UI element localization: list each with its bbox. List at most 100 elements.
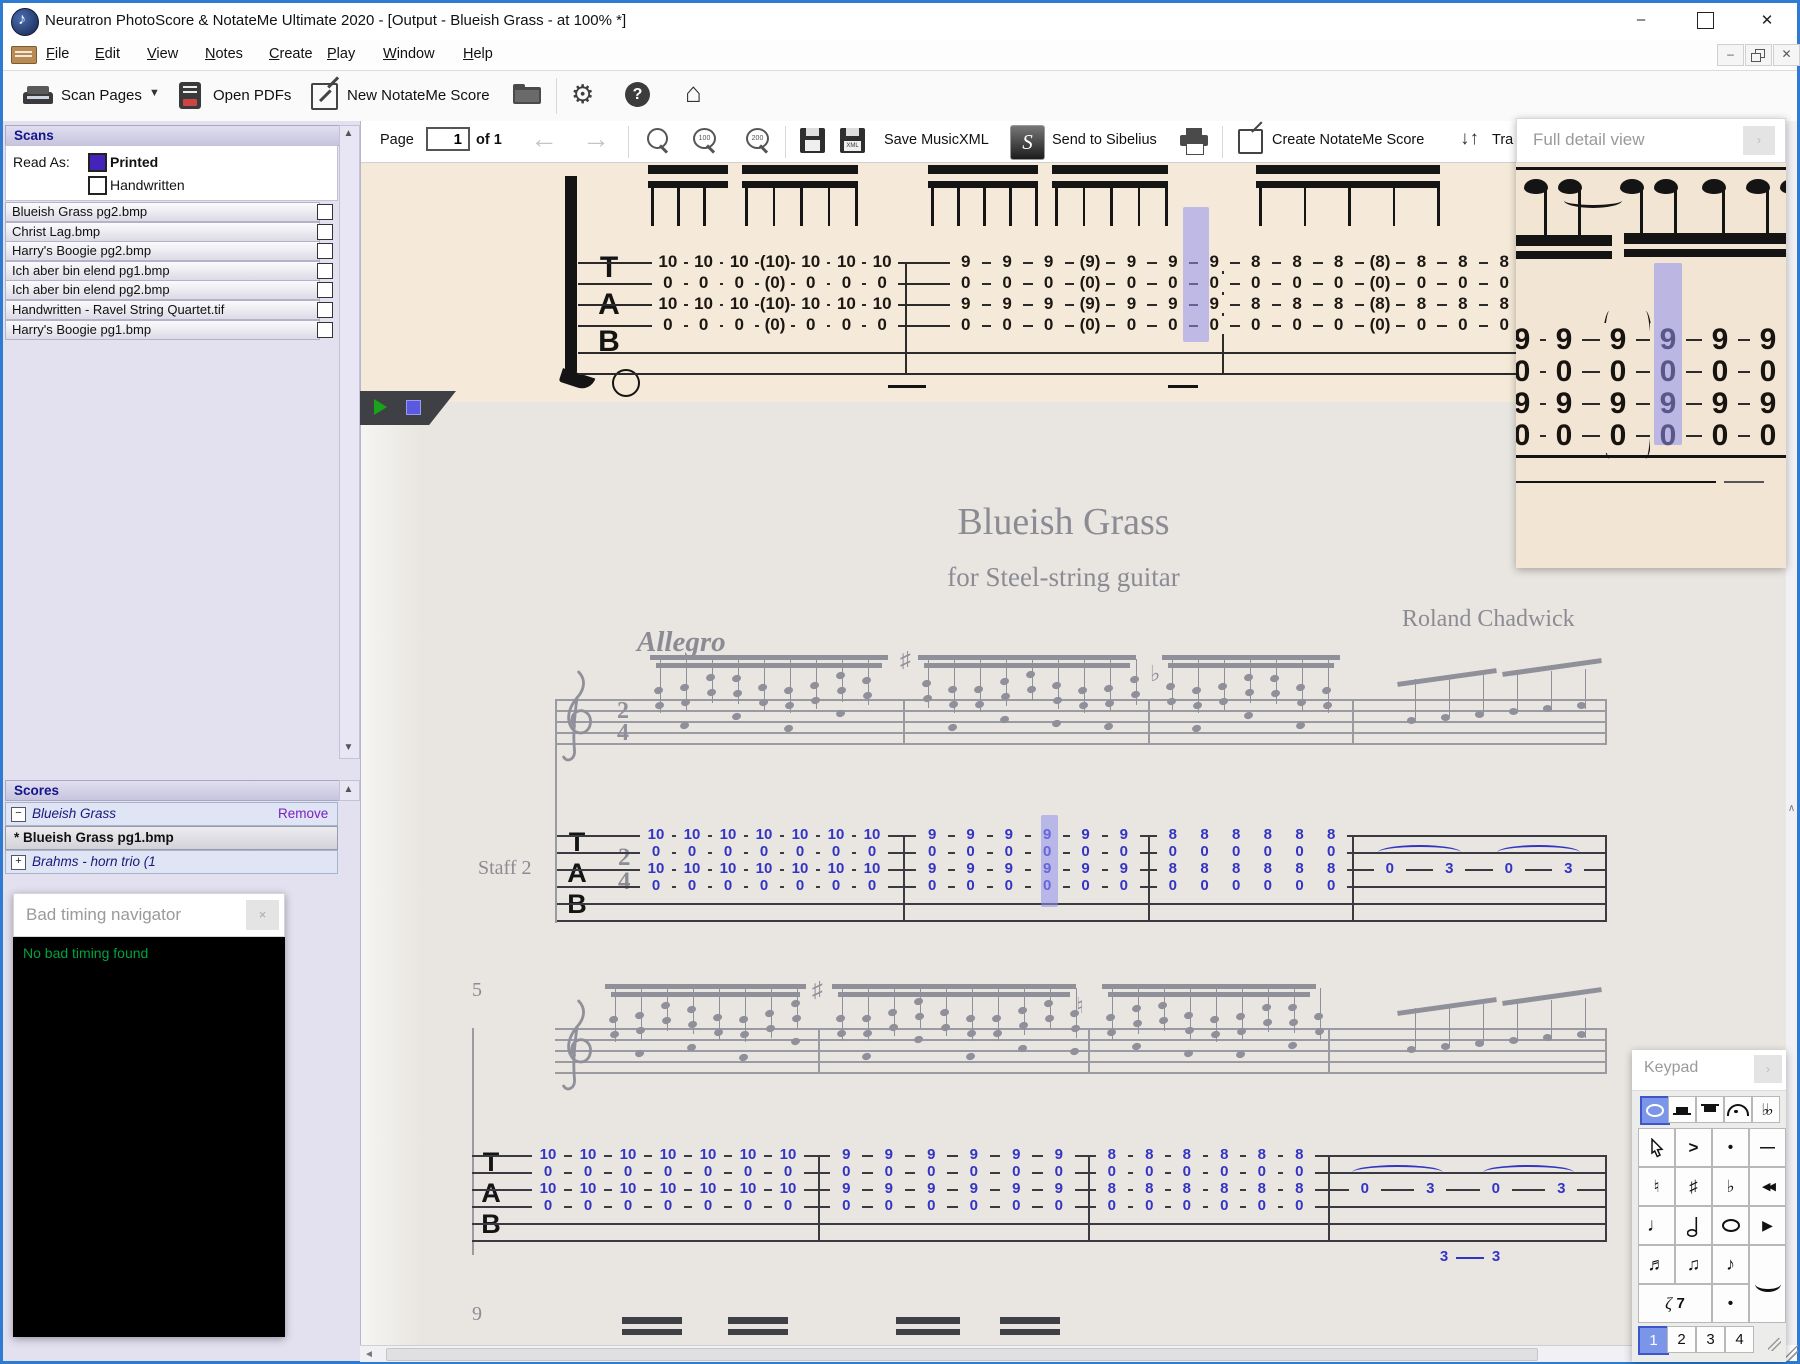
scans-scroll-down-icon[interactable]: ▼ <box>340 742 357 753</box>
score-remove-link[interactable]: Remove <box>278 804 328 824</box>
scan-file-row[interactable]: Ich aber bin elend pg1.bmp <box>5 260 320 281</box>
play-icon[interactable]: ▶ <box>1749 1206 1786 1245</box>
scan-file-row[interactable]: Blueish Grass pg2.bmp <box>5 202 320 222</box>
rests-icon[interactable]: ζ 7 <box>1638 1284 1712 1323</box>
menu-item-play[interactable]: Play <box>327 45 355 63</box>
gear-icon[interactable]: ⚙ <box>571 79 594 110</box>
scan-file-checkbox[interactable] <box>317 243 333 260</box>
scan-file-checkbox[interactable] <box>317 262 333 279</box>
print-icon[interactable] <box>1180 128 1208 155</box>
scan-pages-button[interactable]: Scan Pages <box>61 87 142 104</box>
full-detail-close-icon[interactable]: › <box>1743 126 1775 155</box>
flat-icon[interactable]: ♭ <box>1712 1167 1749 1206</box>
tie-icon[interactable] <box>1749 1245 1786 1323</box>
handwritten-checkbox[interactable] <box>88 176 107 195</box>
canvas-hscrollbar[interactable]: ◄ ► <box>360 1345 1786 1362</box>
voice-1-button[interactable]: 1 <box>1638 1326 1669 1355</box>
next-page-icon[interactable]: → <box>582 123 610 155</box>
home-icon[interactable]: ⌂ <box>685 77 702 109</box>
menu-item-view[interactable]: View <box>147 45 178 63</box>
menu-item-edit[interactable]: Edit <box>95 45 120 63</box>
voice-2-button[interactable]: 2 <box>1667 1326 1696 1353</box>
stop-icon[interactable] <box>406 400 421 415</box>
scan-file-checkbox[interactable] <box>317 282 333 299</box>
scans-scrollbar[interactable]: ▲ ▼ <box>339 125 360 759</box>
save-icon[interactable] <box>800 128 825 153</box>
hscroll-thumb[interactable] <box>386 1348 1538 1361</box>
send-to-sibelius-button[interactable]: Send to Sibelius <box>1052 132 1157 148</box>
bad-timing-close-icon[interactable]: × <box>246 900 279 930</box>
hscroll-left-icon[interactable]: ◄ <box>364 1349 374 1360</box>
pointer-icon[interactable] <box>1638 1128 1675 1167</box>
scanner-icon[interactable] <box>23 84 53 106</box>
folder-icon[interactable] <box>513 84 541 104</box>
whole-note-icon[interactable] <box>1640 1096 1670 1125</box>
thirtysecond-note-icon[interactable]: ♫ <box>1675 1245 1712 1284</box>
mdi-close-button[interactable]: ✕ <box>1773 44 1800 66</box>
menu-item-notes[interactable]: Notes <box>205 45 243 63</box>
resize-grip[interactable] <box>1786 1345 1798 1361</box>
vscroll-up-icon[interactable]: ∧ <box>1786 803 1797 814</box>
mdi-restore-button[interactable] <box>1745 44 1772 66</box>
create-notateme-score-button[interactable]: Create NotateMe Score <box>1272 132 1424 148</box>
printed-checkbox[interactable] <box>88 153 107 172</box>
scan-file-checkbox[interactable] <box>317 321 333 338</box>
new-notateme-score-button[interactable]: New NotateMe Score <box>347 87 490 104</box>
page-number-input[interactable] <box>426 127 470 151</box>
zoom-200-icon[interactable]: 200 <box>745 127 771 155</box>
transpose-icon[interactable]: ↓↑ <box>1460 128 1479 150</box>
menu-item-help[interactable]: Help <box>463 45 493 63</box>
menu-item-file[interactable]: File <box>46 45 69 63</box>
keypad-resize-grip[interactable] <box>1768 1338 1781 1351</box>
keypad-close-icon[interactable]: › <box>1754 1055 1782 1083</box>
open-pdfs-button[interactable]: Open PDFs <box>213 87 291 104</box>
prev-page-icon[interactable]: ← <box>530 123 558 155</box>
menu-item-window[interactable]: Window <box>383 45 435 63</box>
zoom-100-icon[interactable]: 100 <box>692 127 718 155</box>
save-musicxml-button[interactable]: Save MusicXML <box>884 132 989 148</box>
scan-file-row[interactable]: Handwritten - Ravel String Quartet.tif <box>5 300 320 320</box>
scan-file-row[interactable]: Harry's Boogie pg1.bmp <box>5 319 320 340</box>
voice-4-button[interactable]: 4 <box>1725 1326 1754 1353</box>
scan-file-row[interactable]: Ich aber bin elend pg2.bmp <box>5 280 320 301</box>
scan-file-row[interactable]: Harry's Boogie pg2.bmp <box>5 241 320 262</box>
mdi-minimize-button[interactable]: – <box>1717 44 1744 66</box>
create-notateme-pencil-icon[interactable] <box>1238 121 1263 154</box>
close-button[interactable]: ✕ <box>1755 11 1779 29</box>
quarter-note-icon[interactable]: ♩ <box>1638 1206 1675 1245</box>
half-rest-icon[interactable] <box>1668 1096 1696 1123</box>
scores-scroll-up[interactable]: ▲ <box>339 780 360 801</box>
scan-pages-caret-icon[interactable]: ▼ <box>149 87 160 99</box>
staccato-dot-icon[interactable]: • <box>1712 1128 1749 1167</box>
sixteenth-note-icon[interactable]: ♬ <box>1638 1245 1675 1284</box>
rewind-icon[interactable]: ◀◀ <box>1749 1167 1786 1206</box>
whole-rest-icon[interactable] <box>1696 1096 1724 1123</box>
transpose-button[interactable]: Tra <box>1492 132 1513 148</box>
minimize-button[interactable]: – <box>1629 11 1653 28</box>
scan-file-checkbox[interactable] <box>317 223 333 240</box>
collapse-icon[interactable]: − <box>11 807 26 822</box>
play-icon[interactable] <box>374 399 387 415</box>
tenuto-icon[interactable]: — <box>1749 1128 1786 1167</box>
maximize-button[interactable] <box>1697 12 1714 29</box>
sharp-icon[interactable]: ♯ <box>1675 1167 1712 1206</box>
whole-note-icon[interactable] <box>1712 1206 1749 1245</box>
score-item-row[interactable]: * Blueish Grass pg1.bmp <box>5 826 338 850</box>
double-flat-icon[interactable]: ♭♭ <box>1752 1096 1780 1123</box>
menu-item-create[interactable]: Create <box>269 45 313 63</box>
eighth-note-icon[interactable]: ♪ <box>1712 1245 1749 1284</box>
accent-icon[interactable]: > <box>1675 1128 1712 1167</box>
pdf-icon[interactable] <box>179 82 201 109</box>
score-item-row[interactable]: + Brahms - horn trio (1 <box>5 850 338 874</box>
scans-scroll-up-icon[interactable]: ▲ <box>340 128 357 139</box>
half-note-icon[interactable] <box>1675 1206 1712 1245</box>
fermata-icon[interactable] <box>1724 1096 1752 1123</box>
voice-3-button[interactable]: 3 <box>1696 1326 1725 1353</box>
help-icon[interactable]: ? <box>625 82 650 107</box>
scan-file-checkbox[interactable] <box>317 302 333 318</box>
scan-file-checkbox[interactable] <box>317 204 333 220</box>
canvas-vscrollbar[interactable]: ∧ <box>1786 121 1797 1345</box>
expand-icon[interactable]: + <box>11 855 26 870</box>
score-item-row[interactable]: − Blueish Grass Remove <box>5 802 338 826</box>
save-musicxml-icon[interactable]: XML <box>840 128 865 153</box>
